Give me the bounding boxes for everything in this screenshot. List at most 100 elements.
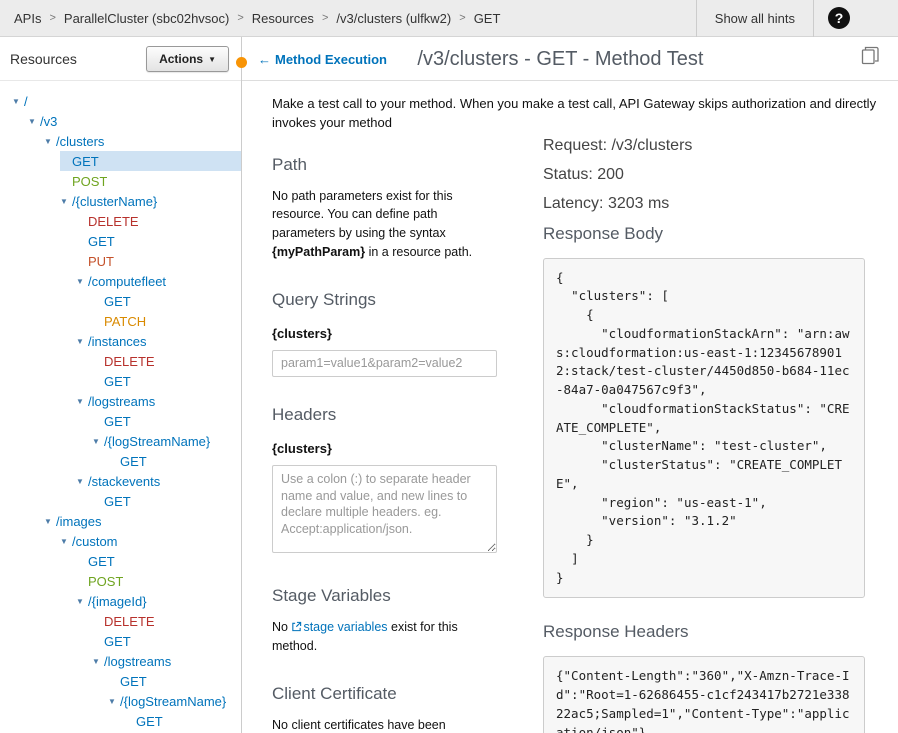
- caret-down-icon[interactable]: ▼: [12, 97, 24, 106]
- caret-down-icon[interactable]: ▼: [44, 517, 56, 526]
- documentation-icon[interactable]: [861, 46, 880, 70]
- tree-resource-clusters[interactable]: ▼/clusters: [44, 131, 241, 151]
- caret-down-icon[interactable]: ▼: [60, 197, 72, 206]
- tree-resource-[interactable]: ▼/: [12, 91, 241, 111]
- caret-down-icon[interactable]: ▼: [76, 477, 88, 486]
- tree-item-label: GET: [104, 374, 131, 389]
- caret-down-icon[interactable]: ▼: [60, 537, 72, 546]
- path-description-tail: in a resource path.: [365, 245, 472, 259]
- back-arrow-icon: ←: [258, 52, 271, 67]
- tree-item-label: GET: [72, 154, 99, 169]
- tree-resource-logstreams[interactable]: ▼/logstreams: [76, 391, 241, 411]
- tree-resource-images[interactable]: ▼/images: [44, 511, 241, 531]
- tree-resource-stackevents[interactable]: ▼/stackevents: [76, 471, 241, 491]
- tree-resource-v3[interactable]: ▼/v3: [28, 111, 241, 131]
- tree-resource-logstreamname[interactable]: ▼/{logStreamName}: [92, 431, 241, 451]
- tree-item-label: GET: [88, 554, 115, 569]
- headers-heading: Headers: [272, 405, 512, 425]
- status-line: Status: 200: [543, 166, 865, 184]
- breadcrumb: APIs>ParallelCluster (sbc02hvsoc)>Resour…: [0, 11, 696, 26]
- tree-method-delete[interactable]: DELETE: [76, 211, 241, 231]
- panel-divider-handle[interactable]: [236, 57, 247, 68]
- breadcrumb-item[interactable]: GET: [474, 11, 501, 26]
- headers-textarea[interactable]: [272, 465, 497, 553]
- tree-method-post[interactable]: POST: [76, 571, 241, 591]
- tree-method-get[interactable]: GET: [92, 491, 241, 511]
- caret-down-icon[interactable]: ▼: [108, 697, 120, 706]
- tree-method-get[interactable]: GET: [108, 451, 241, 471]
- tree-item-label: /: [24, 94, 28, 109]
- method-test-panel: ←Method Execution /v3/clusters - GET - M…: [242, 37, 898, 733]
- tree-item-label: /custom: [72, 534, 118, 549]
- caret-down-icon[interactable]: ▼: [92, 657, 104, 666]
- caret-down-icon: ▼: [208, 55, 216, 64]
- caret-down-icon[interactable]: ▼: [76, 337, 88, 346]
- stage-variables-text-start: No: [272, 620, 291, 634]
- tree-method-get[interactable]: GET: [60, 151, 241, 171]
- tree-method-get[interactable]: GET: [92, 631, 241, 651]
- tree-item-label: /{logStreamName}: [120, 694, 226, 709]
- tree-resource-clustername[interactable]: ▼/{clusterName}: [60, 191, 241, 211]
- caret-down-icon[interactable]: ▼: [92, 437, 104, 446]
- tree-resource-instances[interactable]: ▼/instances: [76, 331, 241, 351]
- help-icon[interactable]: ?: [828, 7, 850, 29]
- tree-method-get[interactable]: GET: [76, 231, 241, 251]
- query-param-label: {clusters}: [272, 326, 512, 341]
- tree-item-label: /{logStreamName}: [104, 434, 210, 449]
- tree-item-label: POST: [72, 174, 107, 189]
- breadcrumb-separator: >: [49, 12, 55, 24]
- tree-method-post[interactable]: POST: [60, 171, 241, 191]
- tree-method-patch[interactable]: PATCH: [92, 311, 241, 331]
- tree-item-label: DELETE: [88, 214, 139, 229]
- tree-resource-logstreamname[interactable]: ▼/{logStreamName}: [108, 691, 241, 711]
- tree-method-get[interactable]: GET: [92, 411, 241, 431]
- request-value: /v3/clusters: [611, 137, 692, 154]
- tree-resource-imageid[interactable]: ▼/{imageId}: [76, 591, 241, 611]
- actions-button-label: Actions: [159, 52, 203, 66]
- caret-down-icon[interactable]: ▼: [44, 137, 56, 146]
- breadcrumb-item[interactable]: ParallelCluster (sbc02hvsoc): [64, 11, 229, 26]
- caret-down-icon[interactable]: ▼: [76, 277, 88, 286]
- breadcrumb-item[interactable]: APIs: [14, 11, 41, 26]
- latency-value: 3203 ms: [608, 195, 669, 212]
- tree-method-get[interactable]: GET: [76, 551, 241, 571]
- latency-label: Latency:: [543, 195, 608, 212]
- client-certificate-heading: Client Certificate: [272, 684, 512, 704]
- show-all-hints-button[interactable]: Show all hints: [696, 0, 814, 37]
- tree-item-label: /logstreams: [104, 654, 171, 669]
- stage-variables-link[interactable]: stage variables: [291, 620, 387, 634]
- breadcrumb-item[interactable]: /v3/clusters (ulfkw2): [336, 11, 451, 26]
- tree-method-get[interactable]: GET: [124, 711, 241, 731]
- tree-item-label: GET: [104, 494, 131, 509]
- tree-resource-logstreams[interactable]: ▼/logstreams: [92, 651, 241, 671]
- path-heading: Path: [272, 155, 512, 175]
- top-navigation-bar: APIs>ParallelCluster (sbc02hvsoc)>Resour…: [0, 0, 898, 37]
- actions-button[interactable]: Actions ▼: [146, 46, 229, 72]
- request-label: Request:: [543, 137, 611, 154]
- caret-down-icon[interactable]: ▼: [28, 117, 40, 126]
- breadcrumb-item[interactable]: Resources: [252, 11, 314, 26]
- tree-method-get[interactable]: GET: [92, 371, 241, 391]
- tree-resource-custom[interactable]: ▼/custom: [60, 531, 241, 551]
- tree-resource-computefleet[interactable]: ▼/computefleet: [76, 271, 241, 291]
- caret-down-icon[interactable]: ▼: [76, 597, 88, 606]
- tree-method-delete[interactable]: DELETE: [92, 611, 241, 631]
- tree-method-delete[interactable]: DELETE: [92, 351, 241, 371]
- query-string-input[interactable]: [272, 350, 497, 377]
- stage-variables-heading: Stage Variables: [272, 586, 512, 606]
- status-label: Status:: [543, 166, 597, 183]
- tree-item-label: /v3: [40, 114, 57, 129]
- tree-item-label: PATCH: [104, 314, 146, 329]
- resource-tree: ▼/▼/v3▼/clustersGETPOST▼/{clusterName}DE…: [0, 81, 241, 731]
- request-line: Request: /v3/clusters: [543, 137, 865, 155]
- request-settings-column: Path No path parameters exist for this r…: [272, 137, 512, 733]
- method-execution-back-link[interactable]: ←Method Execution: [258, 52, 387, 67]
- tree-item-label: /{clusterName}: [72, 194, 157, 209]
- tree-method-put[interactable]: PUT: [76, 251, 241, 271]
- tree-item-label: GET: [104, 414, 131, 429]
- caret-down-icon[interactable]: ▼: [76, 397, 88, 406]
- tree-method-get[interactable]: GET: [92, 291, 241, 311]
- response-headers-heading: Response Headers: [543, 622, 865, 642]
- sidebar-title: Resources: [10, 51, 77, 67]
- tree-method-get[interactable]: GET: [108, 671, 241, 691]
